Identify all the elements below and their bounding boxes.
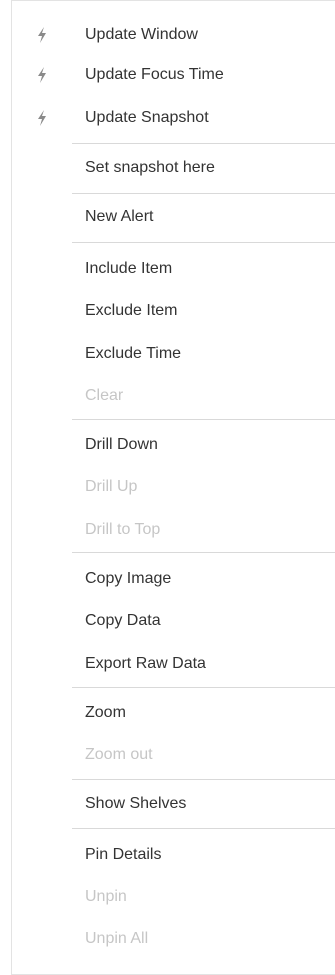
menu-item-label: Unpin All: [85, 930, 149, 947]
menu-item-label: Update Window: [85, 26, 198, 43]
menu-item-label: Copy Image: [85, 570, 172, 587]
menu-separator: [72, 242, 335, 243]
menu-separator: [72, 779, 335, 780]
menu-item-show-shelves[interactable]: Show Shelves: [12, 786, 335, 822]
menu-separator: [72, 419, 335, 420]
menu-item-update-focus-time[interactable]: Update Focus Time: [12, 57, 335, 93]
menu-separator: [72, 552, 335, 553]
menu-separator: [72, 687, 335, 688]
menu-item-label: Pin Details: [85, 846, 162, 863]
menu-item-copy-data[interactable]: Copy Data: [12, 603, 335, 639]
menu-item-label: Show Shelves: [85, 795, 187, 812]
menu-item-label: Clear: [85, 387, 124, 404]
menu-item-pin-details[interactable]: Pin Details: [12, 837, 335, 873]
menu-separator: [72, 193, 335, 194]
menu-item-label: Exclude Item: [85, 302, 178, 319]
menu-item-drill-up: Drill Up: [12, 469, 335, 505]
context-menu: Update Window Update Focus Time Update S…: [11, 0, 335, 975]
menu-item-label: Zoom: [85, 704, 126, 721]
menu-item-exclude-item[interactable]: Exclude Item: [12, 293, 335, 329]
menu-item-label: Zoom out: [85, 746, 153, 763]
menu-item-update-window[interactable]: Update Window: [12, 17, 335, 53]
menu-item-exclude-time[interactable]: Exclude Time: [12, 336, 335, 372]
menu-item-set-snapshot-here[interactable]: Set snapshot here: [12, 150, 335, 186]
menu-separator: [72, 143, 335, 144]
menu-item-zoom[interactable]: Zoom: [12, 695, 335, 731]
menu-item-label: Update Focus Time: [85, 66, 224, 83]
menu-item-update-snapshot[interactable]: Update Snapshot: [12, 100, 335, 136]
menu-item-include-item[interactable]: Include Item: [12, 251, 335, 287]
menu-separator: [72, 828, 335, 829]
menu-item-label: Export Raw Data: [85, 655, 206, 672]
menu-item-new-alert[interactable]: New Alert: [12, 199, 335, 235]
menu-item-label: New Alert: [85, 208, 154, 225]
menu-item-unpin-all: Unpin All: [12, 921, 335, 957]
menu-item-clear: Clear: [12, 378, 335, 414]
menu-item-label: Drill to Top: [85, 521, 161, 538]
menu-item-copy-image[interactable]: Copy Image: [12, 561, 335, 597]
menu-item-label: Include Item: [85, 260, 173, 277]
menu-item-unpin: Unpin: [12, 879, 335, 915]
menu-item-label: Drill Up: [85, 478, 138, 495]
menu-item-label: Update Snapshot: [85, 109, 209, 126]
lightning-bolt-icon: [38, 67, 46, 83]
menu-item-drill-down[interactable]: Drill Down: [12, 427, 335, 463]
menu-item-label: Unpin: [85, 888, 127, 905]
lightning-bolt-icon: [38, 27, 46, 43]
menu-item-label: Exclude Time: [85, 345, 182, 362]
lightning-bolt-icon: [38, 110, 46, 126]
menu-item-export-raw-data[interactable]: Export Raw Data: [12, 646, 335, 682]
menu-item-label: Set snapshot here: [85, 159, 215, 176]
menu-item-label: Copy Data: [85, 612, 161, 629]
menu-item-zoom-out: Zoom out: [12, 737, 335, 773]
menu-item-label: Drill Down: [85, 436, 158, 453]
menu-item-drill-to-top: Drill to Top: [12, 512, 335, 548]
